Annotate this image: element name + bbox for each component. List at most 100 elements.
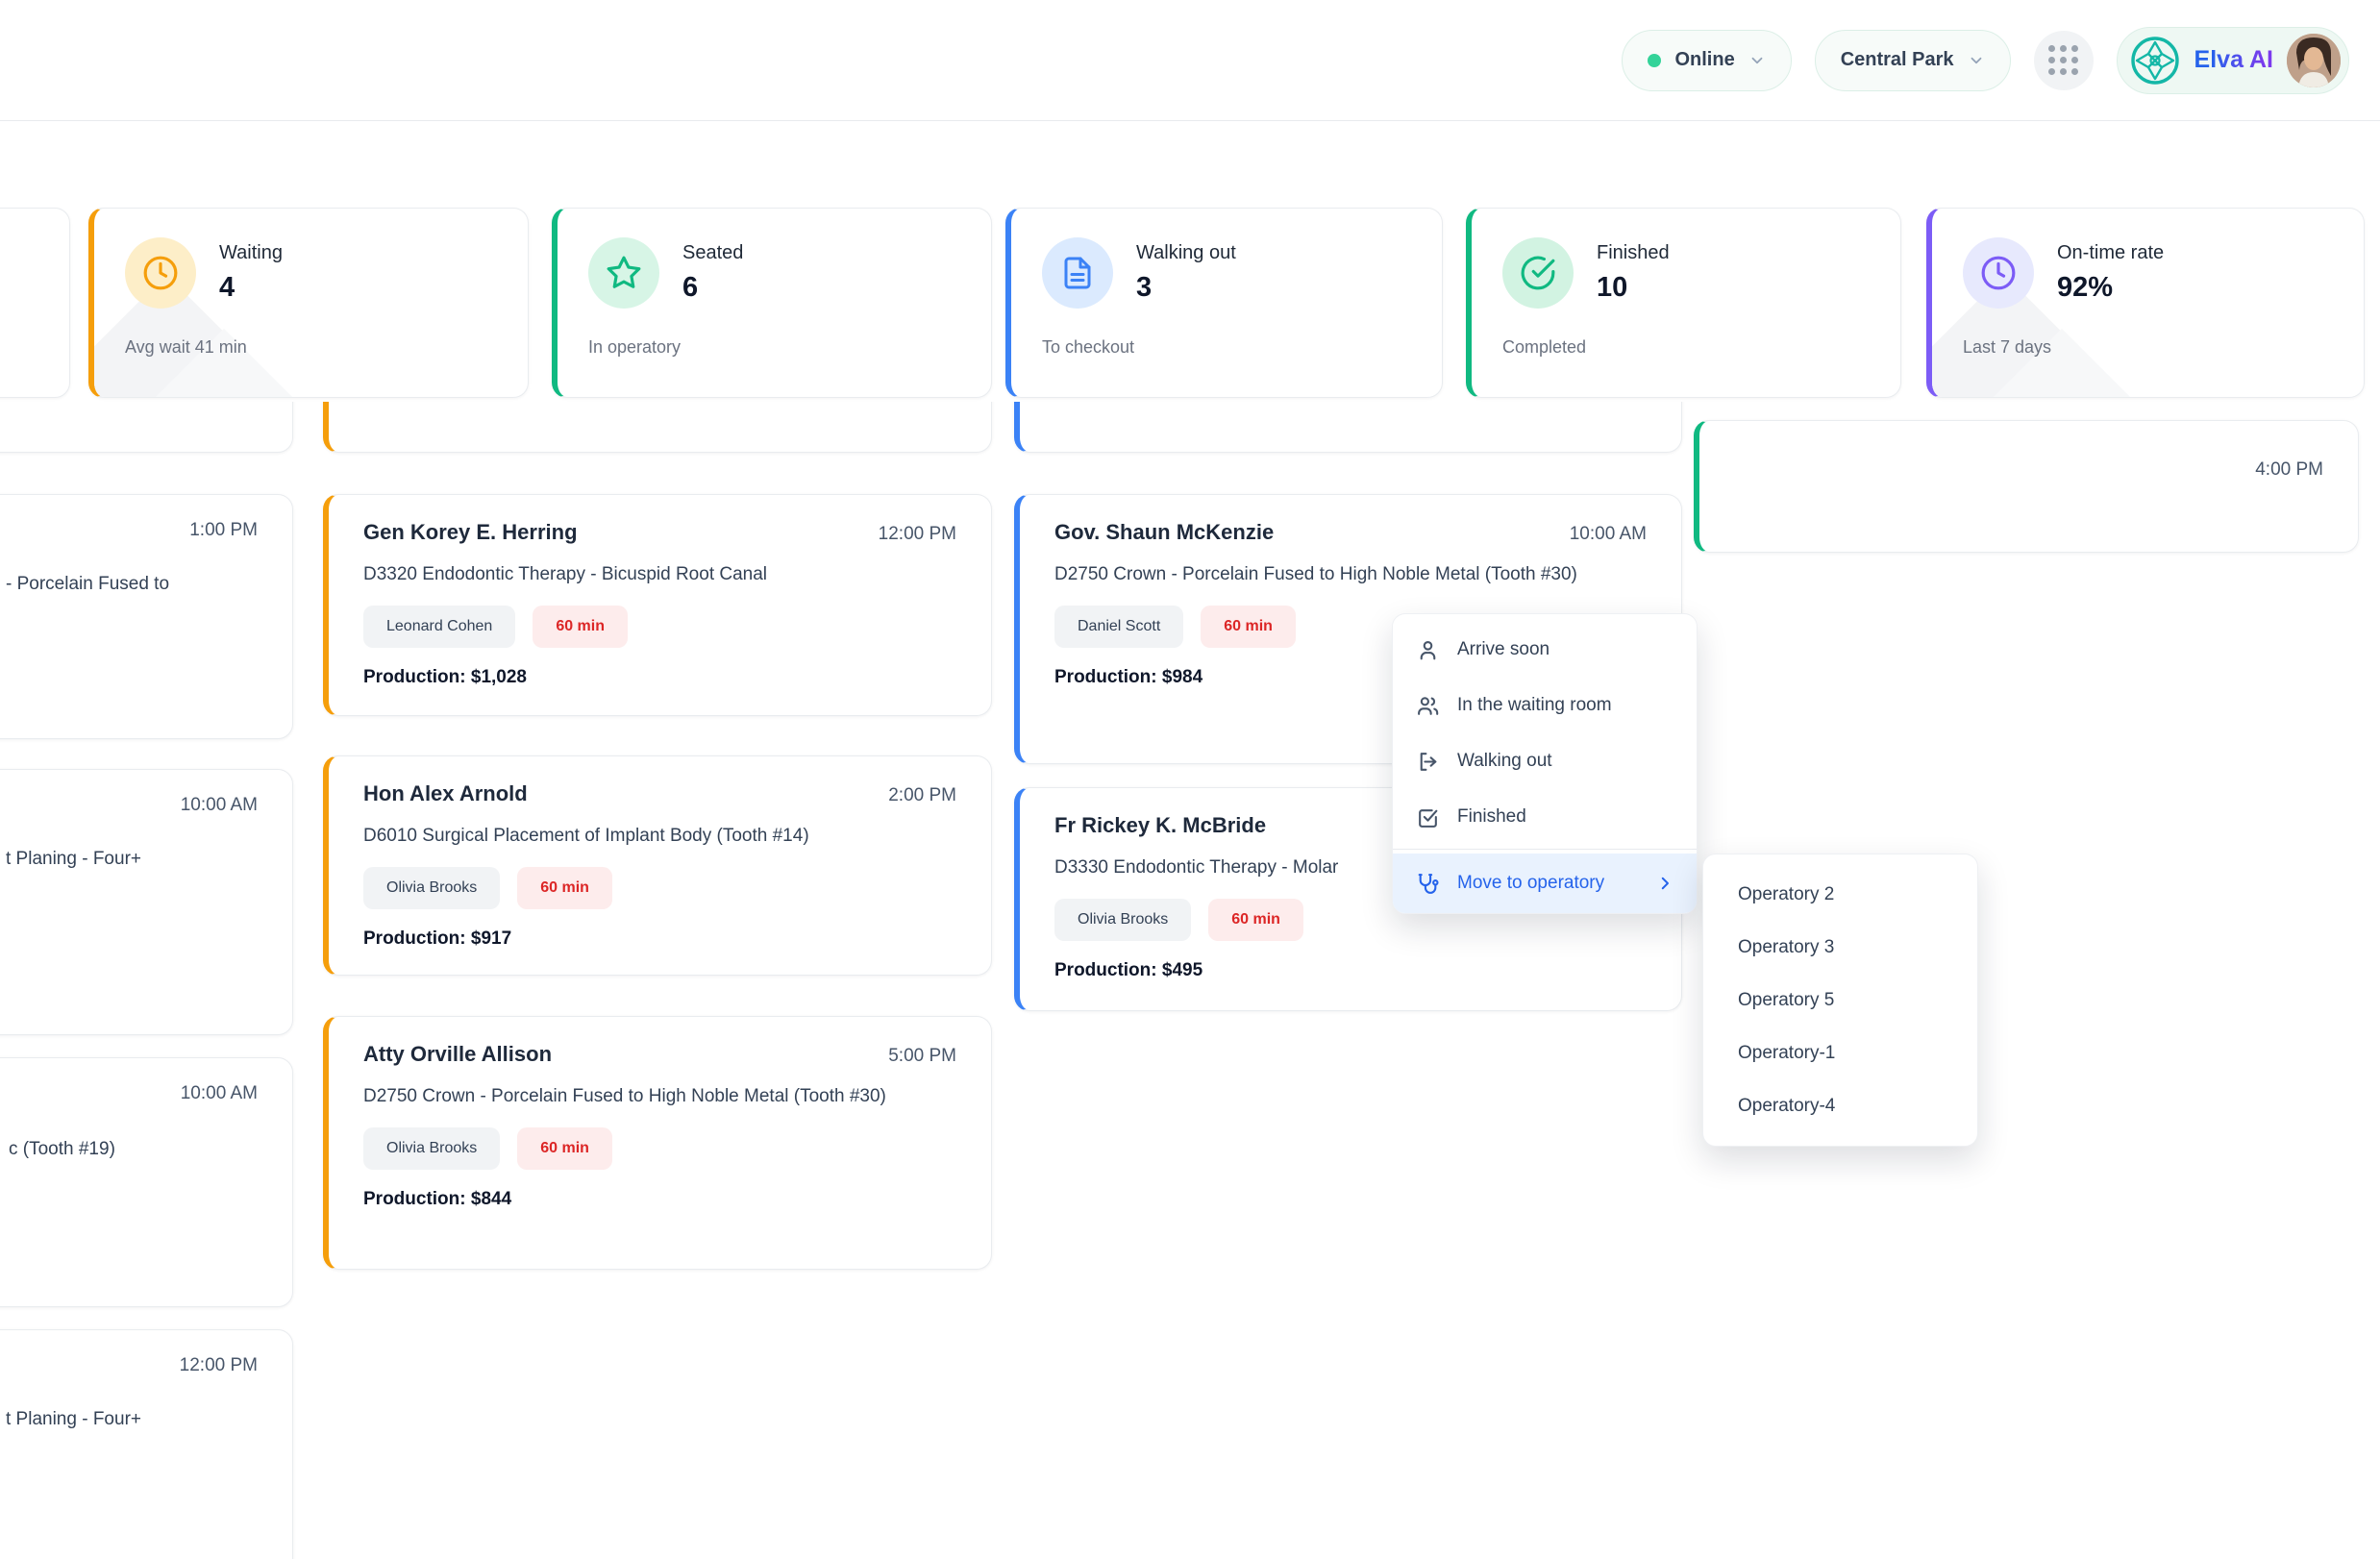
- apps-grid-button[interactable]: [2034, 31, 2094, 90]
- menu-item-move-to-operatory[interactable]: Move to operatory: [1393, 854, 1697, 913]
- procedure-description: D3320 Endodontic Therapy - Bicuspid Root…: [363, 560, 956, 588]
- stat-card-finished: Finished 10 Completed: [1466, 208, 1901, 398]
- stethoscope-icon: [1416, 872, 1440, 896]
- appointment-time: 12:00 PM: [180, 1355, 258, 1376]
- user-avatar[interactable]: [2287, 34, 2341, 87]
- people-icon: [1416, 694, 1440, 718]
- stat-value: 92%: [2057, 272, 2164, 304]
- appointment-card-partial[interactable]: Production: $710: [1014, 402, 1682, 453]
- provider-tag: Leonard Cohen: [363, 606, 515, 648]
- appointment-card[interactable]: 1:00 PM - Porcelain Fused to: [0, 494, 293, 739]
- operatory-submenu: Operatory 2 Operatory 3 Operatory 5 Oper…: [1702, 854, 1978, 1147]
- check-circle-icon: [1502, 237, 1574, 309]
- sign-out-icon: [1416, 750, 1440, 774]
- appointment-card[interactable]: 10:00 AM c (Tooth #19): [0, 1057, 293, 1307]
- appointment-time: 10:00 AM: [181, 795, 258, 816]
- star-icon: [588, 237, 659, 309]
- stat-label: Waiting: [219, 242, 283, 264]
- menu-item-label: In the waiting room: [1457, 695, 1612, 716]
- patient-name: Atty Orville Allison: [363, 1042, 552, 1067]
- duration-tag: 60 min: [1208, 899, 1303, 941]
- stat-card-waiting: Waiting 4 Avg wait 41 min: [88, 208, 529, 398]
- clock-icon: [1963, 237, 2034, 309]
- patient-name: Fr Rickey K. McBride: [1054, 813, 1266, 838]
- procedure-fragment: t Planing - Four+: [6, 849, 141, 870]
- submenu-item-operatory[interactable]: Operatory 5: [1703, 974, 1977, 1027]
- chevron-down-icon: [1968, 52, 1985, 69]
- menu-item-label: Walking out: [1457, 751, 1552, 772]
- submenu-item-operatory[interactable]: Operatory-4: [1703, 1079, 1977, 1132]
- procedure-description: D2750 Crown - Porcelain Fused to High No…: [1054, 560, 1647, 588]
- provider-tag: Olivia Brooks: [1054, 899, 1191, 941]
- stat-card-walking-out: Walking out 3 To checkout: [1005, 208, 1443, 398]
- online-status-dropdown[interactable]: Online: [1622, 30, 1791, 91]
- appointment-time: 5:00 PM: [888, 1046, 956, 1067]
- procedure-description: D6010 Surgical Placement of Implant Body…: [363, 822, 956, 850]
- submenu-item-label: Operatory 5: [1738, 990, 1834, 1011]
- stat-caption: Avg wait 41 min: [125, 337, 499, 358]
- stat-value: 4: [219, 272, 283, 304]
- stat-caption: To checkout: [1042, 337, 1413, 358]
- location-dropdown[interactable]: Central Park: [1815, 30, 2011, 91]
- submenu-item-label: Operatory-4: [1738, 1096, 1835, 1117]
- brand-account-button[interactable]: Elva AI: [2117, 27, 2349, 94]
- stat-value: 3: [1136, 272, 1236, 304]
- appointment-card[interactable]: Hon Alex Arnold 2:00 PM D6010 Surgical P…: [323, 755, 992, 976]
- online-status-label: Online: [1674, 49, 1734, 71]
- checkbox-icon: [1416, 805, 1440, 829]
- brand-name: Elva AI: [2194, 46, 2273, 74]
- submenu-item-operatory[interactable]: Operatory-1: [1703, 1027, 1977, 1079]
- menu-item-in-waiting-room[interactable]: In the waiting room: [1393, 678, 1697, 733]
- appointment-time: 10:00 AM: [1570, 524, 1647, 545]
- appointment-time: 12:00 PM: [879, 524, 956, 545]
- submenu-item-operatory[interactable]: Operatory 2: [1703, 868, 1977, 921]
- appointment-card[interactable]: Gen Korey E. Herring 12:00 PM D3320 Endo…: [323, 494, 992, 716]
- production-amount: Production: $844: [363, 1189, 956, 1210]
- menu-item-walking-out[interactable]: Walking out: [1393, 733, 1697, 789]
- patient-name: Gen Korey E. Herring: [363, 520, 578, 545]
- appointment-time: 2:00 PM: [888, 785, 956, 806]
- production-amount: Production: $495: [1054, 960, 1647, 981]
- appointment-time: 4:00 PM: [2255, 459, 2323, 481]
- submenu-item-operatory[interactable]: Operatory 3: [1703, 921, 1977, 974]
- menu-item-label: Finished: [1457, 806, 1526, 828]
- stat-card-seated: Seated 6 In operatory: [552, 208, 992, 398]
- duration-tag: 60 min: [517, 1127, 612, 1170]
- submenu-item-label: Operatory 2: [1738, 884, 1834, 905]
- patient-name: Gov. Shaun McKenzie: [1054, 520, 1274, 545]
- document-icon: [1042, 237, 1113, 309]
- chevron-right-icon: [1656, 875, 1673, 892]
- brand-logo-icon: [2129, 35, 2181, 87]
- online-dot-icon: [1648, 54, 1661, 67]
- stat-caption: In operatory: [588, 337, 962, 358]
- stat-value: 6: [682, 272, 743, 304]
- duration-tag: 60 min: [533, 606, 628, 648]
- appointment-card-partial[interactable]: [0, 402, 293, 453]
- appointment-card[interactable]: 10:00 AM t Planing - Four+: [0, 769, 293, 1035]
- menu-item-arrive-soon[interactable]: Arrive soon: [1393, 622, 1697, 678]
- appointment-board: 1:00 PM - Porcelain Fused to 10:00 AM t …: [0, 402, 2380, 1559]
- appointment-time: 10:00 AM: [181, 1083, 258, 1104]
- procedure-fragment: t Planing - Four+: [6, 1409, 141, 1430]
- menu-divider: [1393, 849, 1697, 850]
- production-amount: Production: $917: [363, 928, 956, 950]
- submenu-item-label: Operatory 3: [1738, 937, 1834, 958]
- submenu-item-label: Operatory-1: [1738, 1043, 1835, 1064]
- location-label: Central Park: [1841, 49, 1954, 71]
- top-header: Online Central Park Elva AI: [0, 0, 2380, 121]
- person-icon: [1416, 638, 1440, 662]
- appointment-card-partial[interactable]: 4:00 PM: [1694, 420, 2359, 553]
- duration-tag: 60 min: [1201, 606, 1296, 648]
- clock-icon: [125, 237, 196, 309]
- patient-name: Hon Alex Arnold: [363, 781, 528, 806]
- appointment-card[interactable]: 12:00 PM t Planing - Four+: [0, 1329, 293, 1559]
- stat-label: Walking out: [1136, 242, 1236, 264]
- appointment-card-partial[interactable]: Production: $737: [323, 402, 992, 453]
- grid-icon: [2048, 45, 2078, 75]
- menu-item-finished[interactable]: Finished: [1393, 789, 1697, 845]
- appointment-card[interactable]: Atty Orville Allison 5:00 PM D2750 Crown…: [323, 1016, 992, 1270]
- appointment-time: 1:00 PM: [189, 520, 258, 541]
- menu-item-label: Arrive soon: [1457, 639, 1549, 660]
- stat-card-partial-left: [0, 208, 70, 398]
- procedure-fragment: - Porcelain Fused to: [6, 574, 169, 595]
